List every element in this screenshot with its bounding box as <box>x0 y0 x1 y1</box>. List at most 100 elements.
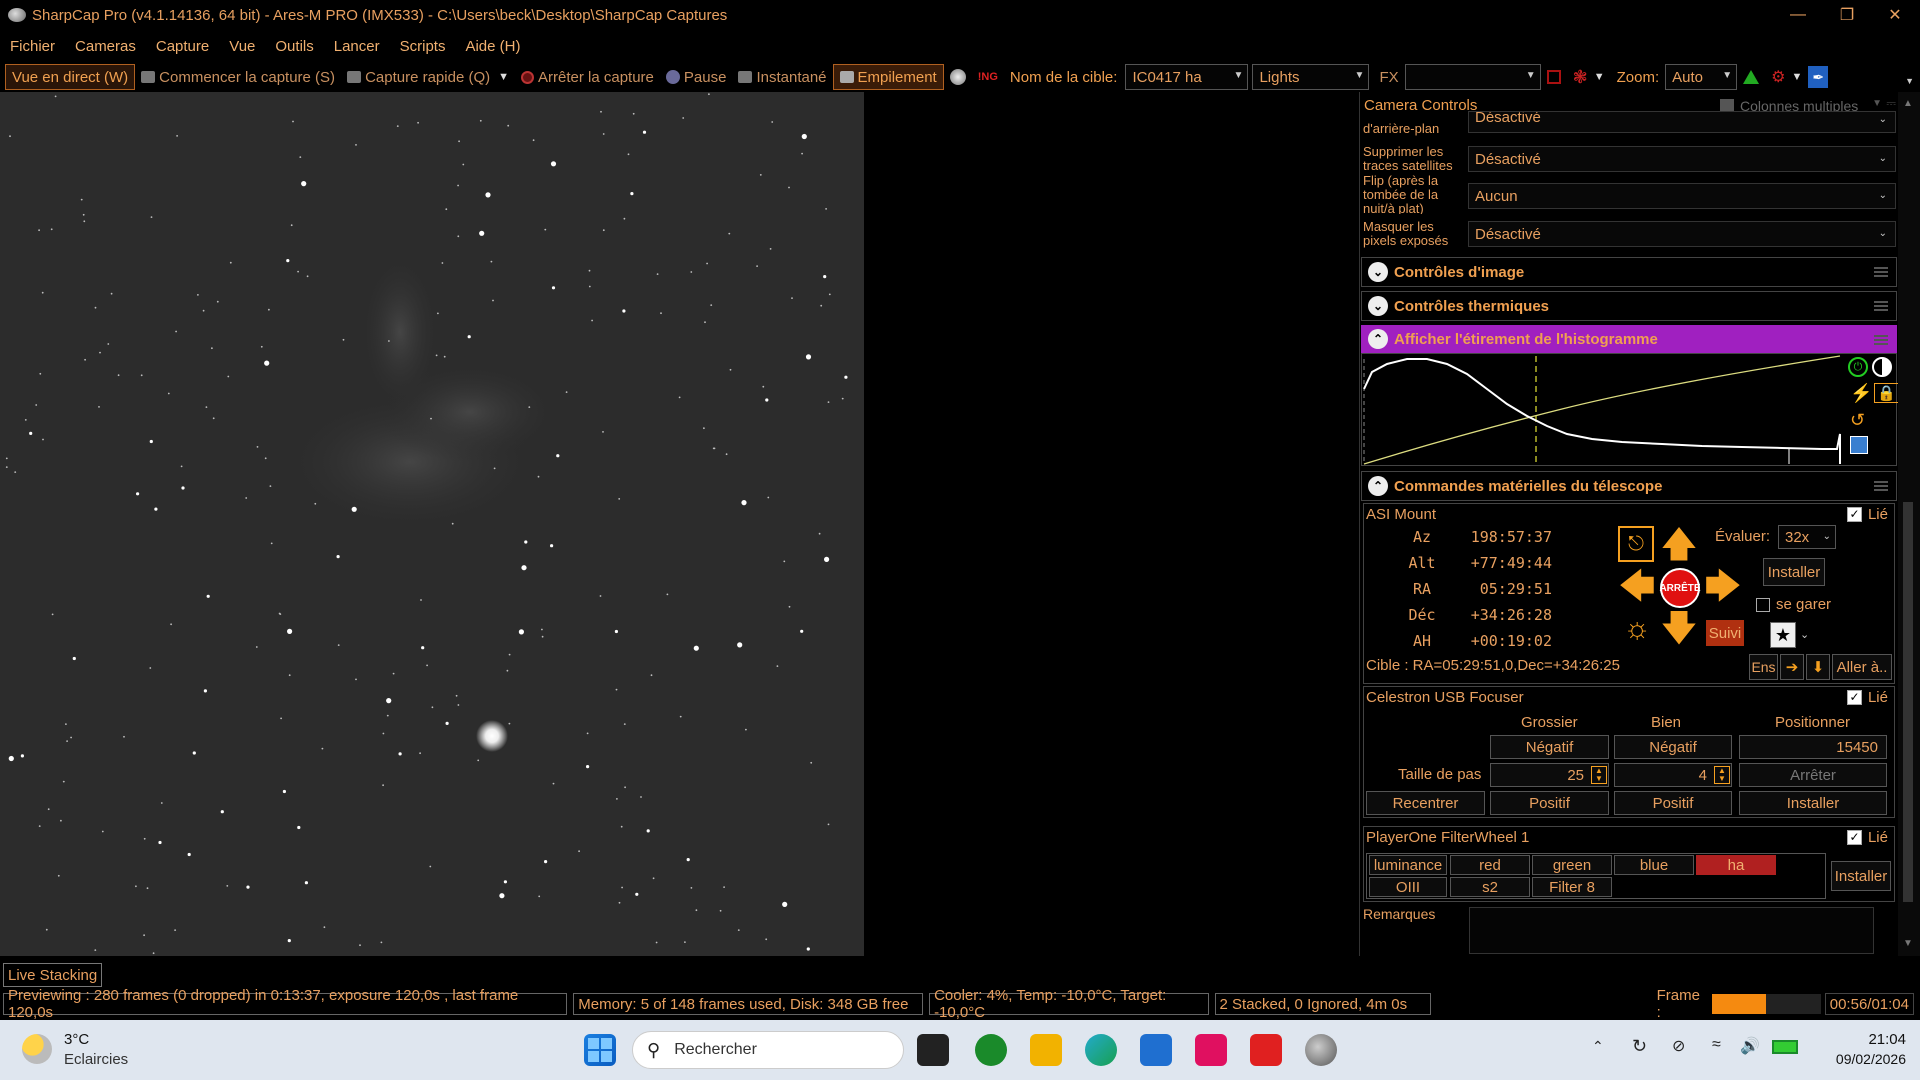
file-explorer-icon[interactable] <box>1030 1034 1062 1066</box>
menu-scripts[interactable]: Scripts <box>390 38 456 55</box>
fine-negative-button[interactable]: Négatif <box>1614 735 1732 759</box>
snapshot-button[interactable]: Instantané <box>732 64 832 90</box>
satellite-trails-dropdown[interactable]: Désactivé ⌄ <box>1468 146 1896 172</box>
coarse-positive-button[interactable]: Positif <box>1490 791 1609 815</box>
fx-combo[interactable]: ▼ <box>1404 64 1541 90</box>
focuser-linked-checkbox[interactable]: ✓ <box>1846 690 1862 705</box>
filter-button[interactable]: OIII <box>1369 877 1447 897</box>
app-green-icon[interactable] <box>975 1034 1007 1066</box>
chevron-down-icon[interactable]: ▼ <box>498 71 509 83</box>
stepper-icon[interactable]: ▲ ▼ <box>1714 766 1730 784</box>
task-view-icon[interactable] <box>917 1034 949 1066</box>
save-icon[interactable] <box>1850 436 1868 454</box>
stacking-button[interactable]: Empilement <box>832 64 944 90</box>
chevron-down-icon[interactable]: ⌄ <box>1800 628 1809 641</box>
mount-linked[interactable]: ✓ Lié <box>1846 506 1888 523</box>
minimize-button[interactable]: — <box>1773 0 1823 30</box>
live-view-button[interactable]: Vue en direct (W) <box>5 64 136 90</box>
network-off-icon[interactable]: ⊘ <box>1672 1036 1685 1056</box>
lock-icon[interactable]: 🔒 <box>1874 383 1899 403</box>
clock-time[interactable]: 21:04 <box>1826 1031 1906 1048</box>
brush-tool-button[interactable]: ✒ <box>1808 66 1829 88</box>
filter-button[interactable]: Filter 8 <box>1532 877 1612 897</box>
scrollbar-thumb[interactable] <box>1903 502 1913 902</box>
store-icon[interactable] <box>1140 1034 1172 1066</box>
mask-pixels-dropdown[interactable]: Désactivé ⌄ <box>1468 221 1896 247</box>
filter-button[interactable]: blue <box>1614 855 1694 875</box>
filter-button[interactable]: green <box>1532 855 1612 875</box>
mount-install-button[interactable]: Installer <box>1763 558 1825 586</box>
live-stacking-tab[interactable]: Live Stacking <box>3 963 103 987</box>
filterwheel-linked-checkbox[interactable]: ✓ <box>1846 830 1862 845</box>
park-checkbox[interactable] <box>1756 597 1770 612</box>
no-flat-button[interactable]: !NG <box>972 64 1004 90</box>
camera-image-view[interactable] <box>0 92 864 956</box>
flip-dropdown[interactable]: Aucun ⌄ <box>1468 183 1896 209</box>
zoom-combo[interactable]: Auto ▼ <box>1665 64 1738 90</box>
filter-button[interactable]: luminance <box>1369 855 1447 875</box>
coarse-negative-button[interactable]: Négatif <box>1490 735 1609 759</box>
home-sun-icon[interactable]: ☼ <box>1618 610 1656 648</box>
section-menu-icon[interactable] <box>1874 267 1888 277</box>
windows-start-icon[interactable] <box>584 1034 616 1066</box>
rate-combo[interactable]: 32x ⌄ <box>1778 525 1836 549</box>
west-arrow-icon[interactable]: 🡄 <box>1618 568 1656 606</box>
pin-icon[interactable]: ⎓ <box>1886 96 1896 111</box>
section-menu-icon[interactable] <box>1874 335 1888 345</box>
north-arrow-icon[interactable]: 🡅 <box>1660 526 1698 564</box>
power-icon[interactable]: ⏻ <box>1848 357 1868 377</box>
settings-tool-button[interactable]: ⚙ ▼ <box>1765 64 1808 90</box>
recenter-button[interactable]: Recentrer <box>1366 791 1485 815</box>
focuser-stop-button[interactable]: Arrêter <box>1739 763 1887 787</box>
menu-outils[interactable]: Outils <box>265 38 323 55</box>
goto-button[interactable]: Aller à.. <box>1832 654 1892 680</box>
toolbar-overflow-icon[interactable]: ▼ <box>1905 76 1914 86</box>
histogram-section-header[interactable]: ⌃ Afficher l'étirement de l'histogramme <box>1361 325 1897 353</box>
overlay-button[interactable]: ❃ ▼ <box>1567 64 1611 90</box>
start-capture-button[interactable]: Commencer la capture (S) <box>135 64 341 90</box>
down-arrow-icon[interactable]: ⬇ <box>1806 654 1830 680</box>
focuser-install-button[interactable]: Installer <box>1739 791 1887 815</box>
star-icon[interactable]: ★ <box>1770 622 1796 648</box>
menu-lancer[interactable]: Lancer <box>324 38 390 55</box>
app-red-icon[interactable] <box>1250 1034 1282 1066</box>
pause-button[interactable]: Pause <box>660 64 733 90</box>
fine-positive-button[interactable]: Positif <box>1614 791 1732 815</box>
thermal-controls-section[interactable]: ⌄ Contrôles thermiques <box>1361 291 1897 321</box>
south-arrow-icon[interactable]: 🡇 <box>1660 610 1698 648</box>
notes-textarea[interactable] <box>1469 907 1874 954</box>
tracking-button[interactable]: Suivi <box>1706 620 1744 646</box>
position-input[interactable]: 15450 <box>1739 735 1887 759</box>
contrast-icon[interactable] <box>1872 357 1892 377</box>
background-dropdown[interactable]: Désactivé ⌄ <box>1468 111 1896 133</box>
sharpcap-taskbar-icon[interactable] <box>1305 1034 1337 1066</box>
mount-linked-checkbox[interactable]: ✓ <box>1846 507 1862 522</box>
filterwheel-linked[interactable]: ✓ Lié <box>1846 829 1888 846</box>
menu-aide[interactable]: Aide (H) <box>455 38 530 55</box>
section-menu-icon[interactable] <box>1874 481 1888 491</box>
tray-chevron-up-icon[interactable]: ⌃ <box>1592 1038 1604 1055</box>
close-button[interactable]: ✕ <box>1870 0 1920 30</box>
section-menu-icon[interactable] <box>1874 301 1888 311</box>
battery-icon[interactable] <box>1772 1040 1798 1054</box>
histogram-chart[interactable] <box>1362 354 1842 465</box>
menu-cameras[interactable]: Cameras <box>65 38 146 55</box>
frame-type-combo[interactable]: Lights ▼ <box>1252 64 1370 90</box>
menu-vue[interactable]: Vue <box>219 38 265 55</box>
chevron-down-icon[interactable]: ▼ <box>1872 98 1882 109</box>
reticle-button[interactable] <box>1541 64 1567 90</box>
volume-icon[interactable]: 🔊 <box>1740 1036 1760 1056</box>
panel-scrollbar[interactable]: ▲ ▼ <box>1898 92 1920 956</box>
filter-button[interactable]: s2 <box>1450 877 1530 897</box>
image-controls-section[interactable]: ⌄ Contrôles d'image <box>1361 257 1897 287</box>
maximize-button[interactable]: ❐ <box>1822 0 1872 30</box>
reset-icon[interactable]: ↺ <box>1850 410 1865 431</box>
filter-button-selected[interactable]: ha <box>1696 855 1776 875</box>
scroll-down-icon[interactable]: ▼ <box>1903 938 1913 949</box>
ens-button[interactable]: Ens <box>1749 654 1778 680</box>
stop-mount-button[interactable]: ARRÊTE <box>1659 568 1701 608</box>
menu-capture[interactable]: Capture <box>146 38 219 55</box>
filterwheel-install-button[interactable]: Installer <box>1831 861 1891 891</box>
east-arrow-icon[interactable]: 🡆 <box>1704 568 1742 606</box>
lightning-icon[interactable]: ⚡ <box>1850 383 1872 404</box>
